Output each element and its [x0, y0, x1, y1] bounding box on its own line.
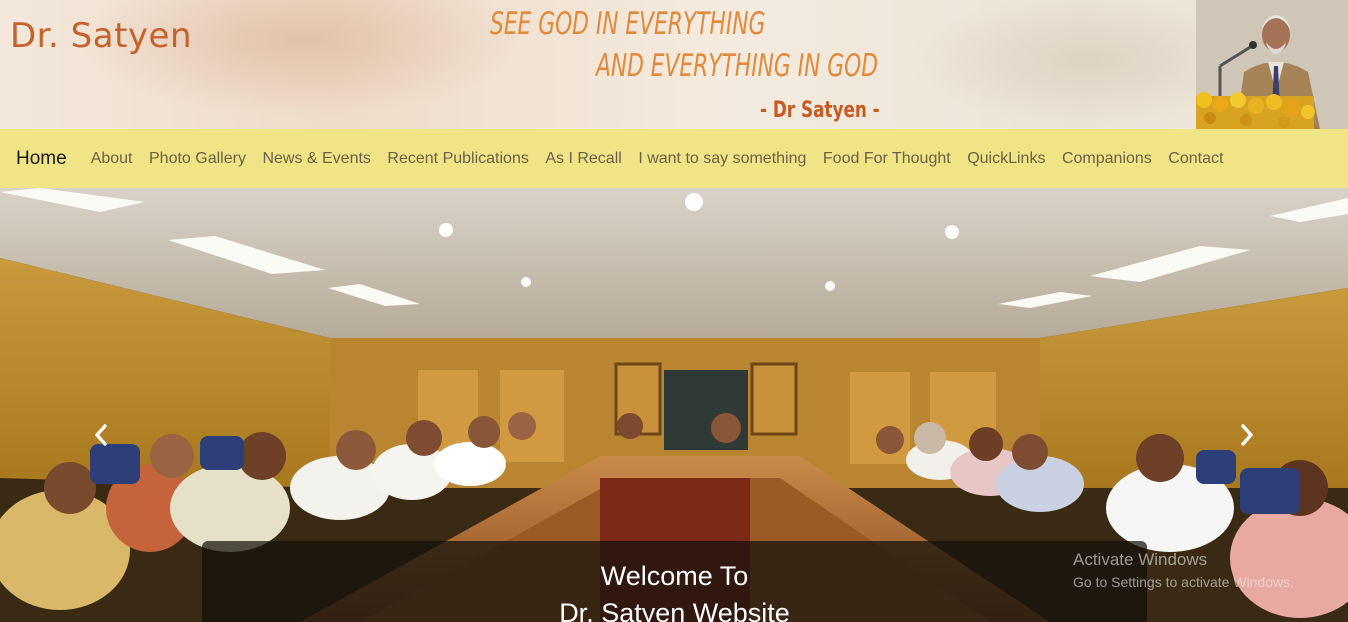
site-header: Dr. Satyen SEE GOD IN EVERYTHING AND EVE…: [0, 0, 1348, 129]
motto-line-2: AND EVERYTHING IN GOD: [596, 48, 878, 84]
activate-windows-subtitle: Go to Settings to activate Windows.: [1073, 574, 1294, 590]
chevron-left-icon: [95, 424, 107, 446]
nav-about[interactable]: About: [91, 150, 133, 168]
caption-welcome: Welcome To: [600, 561, 749, 591]
nav-i-want-to-say-something[interactable]: I want to say something: [638, 150, 806, 168]
nav-food-for-thought[interactable]: Food For Thought: [823, 150, 951, 168]
main-nav: Home About Photo Gallery News & Events R…: [0, 129, 1348, 188]
carousel-prev-button[interactable]: [86, 420, 116, 450]
nav-home[interactable]: Home: [16, 148, 67, 170]
nav-photo-gallery[interactable]: Photo Gallery: [149, 150, 246, 168]
chevron-right-icon: [1241, 424, 1253, 446]
speaker-photo: [1196, 0, 1348, 129]
activate-windows-title: Activate Windows: [1073, 550, 1208, 569]
nav-companions[interactable]: Companions: [1062, 150, 1152, 168]
site-title[interactable]: Dr. Satyen: [10, 16, 192, 56]
motto-line-1: SEE GOD IN EVERYTHING: [490, 6, 766, 42]
nav-quicklinks[interactable]: QuickLinks: [967, 150, 1045, 168]
motto-signature: - Dr Satyen -: [760, 98, 880, 123]
nav-news-events[interactable]: News & Events: [262, 150, 370, 168]
carousel-caption: Welcome To Dr. Satyen Website: [202, 541, 1147, 622]
nav-as-i-recall[interactable]: As I Recall: [545, 150, 621, 168]
nav-contact[interactable]: Contact: [1168, 150, 1223, 168]
hero-carousel: Welcome To Dr. Satyen Website Activate W…: [0, 188, 1348, 622]
caption-site-name: Dr. Satyen Website: [559, 598, 790, 622]
nav-recent-publications[interactable]: Recent Publications: [387, 150, 528, 168]
carousel-next-button[interactable]: [1232, 420, 1262, 450]
